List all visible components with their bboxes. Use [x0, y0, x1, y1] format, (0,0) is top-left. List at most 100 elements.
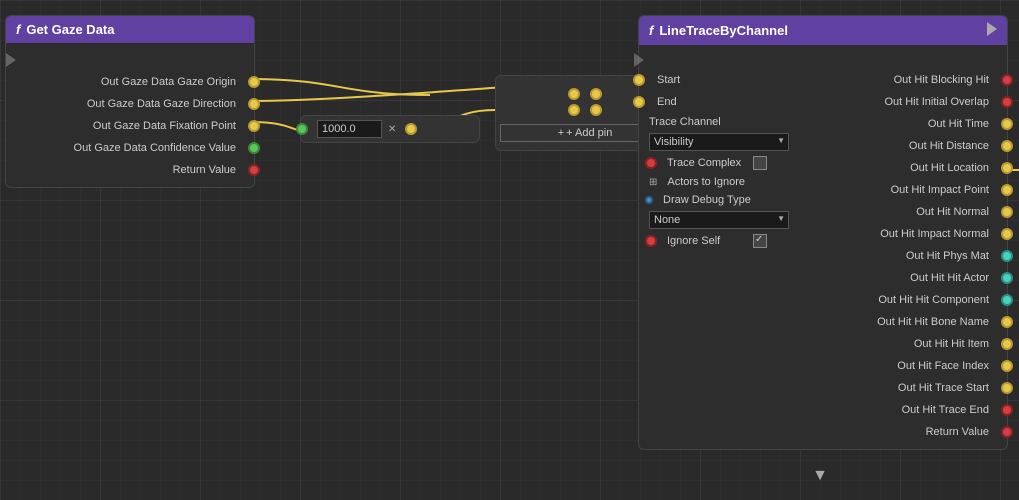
- draw-debug-select[interactable]: None ForOneFrame ForDuration: [649, 211, 789, 229]
- pin-bone-name[interactable]: Out Hit Hit Bone Name: [823, 311, 1007, 333]
- trace-end-dot[interactable]: [633, 96, 645, 108]
- dot-face-index[interactable]: [1001, 360, 1013, 372]
- actors-ignore-row: ⊞ Actors to Ignore: [639, 173, 823, 191]
- pin-face-index[interactable]: Out Hit Face Index: [823, 355, 1007, 377]
- gaze-data-node: f Get Gaze Data Out Gaze Data Gaze Origi…: [5, 15, 255, 188]
- pin-trace-end[interactable]: Out Hit Trace End: [823, 399, 1007, 421]
- pin-blocking-hit[interactable]: Out Hit Blocking Hit: [823, 69, 1007, 91]
- addpin-in1[interactable]: [568, 88, 580, 100]
- gaze-confidence-pin[interactable]: Out Gaze Data Confidence Value: [6, 137, 254, 159]
- gaze-return-label: Return Value: [173, 164, 236, 176]
- dot-impact-normal[interactable]: [1001, 228, 1013, 240]
- pin-hit-location[interactable]: Out Hit Location: [823, 157, 1007, 179]
- gaze-direction-label: Out Gaze Data Gaze Direction: [87, 98, 236, 110]
- dot-bone-name[interactable]: [1001, 316, 1013, 328]
- dot-blocking-hit[interactable]: [1001, 74, 1013, 86]
- trace-channel-dropdown-row: Visibility Camera WorldStatic: [639, 131, 823, 153]
- dot-initial-overlap[interactable]: [1001, 96, 1013, 108]
- pin-initial-overlap[interactable]: Out Hit Initial Overlap: [823, 91, 1007, 113]
- label-phys-mat: Out Hit Phys Mat: [906, 250, 989, 262]
- label-impact-normal: Out Hit Impact Normal: [880, 228, 989, 240]
- ignore-self-dot[interactable]: [645, 235, 657, 247]
- trace-channel-row: Trace Channel: [639, 113, 823, 131]
- gaze-return-pin[interactable]: Return Value: [6, 159, 254, 181]
- trace-title: LineTraceByChannel: [659, 23, 788, 38]
- gaze-data-body: Out Gaze Data Gaze Origin Out Gaze Data …: [6, 43, 254, 187]
- trace-complex-checkbox[interactable]: [753, 156, 767, 170]
- addpin-out1[interactable]: [590, 88, 602, 100]
- gaze-direction-pin[interactable]: Out Gaze Data Gaze Direction: [6, 93, 254, 115]
- dot-trace-end[interactable]: [1001, 404, 1013, 416]
- trace-start-pin[interactable]: Start: [639, 69, 823, 91]
- trace-header: f LineTraceByChannel: [639, 16, 1007, 45]
- gaze-return-dot[interactable]: [248, 164, 260, 176]
- trace-start-dot[interactable]: [633, 74, 645, 86]
- label-hit-component: Out Hit Hit Component: [878, 294, 989, 306]
- value-clear-btn[interactable]: ✕: [388, 124, 396, 135]
- dot-impact-point[interactable]: [1001, 184, 1013, 196]
- trace-start-label: Start: [657, 74, 680, 86]
- dot-hit-location[interactable]: [1001, 162, 1013, 174]
- draw-debug-dropdown-row: None ForOneFrame ForDuration: [639, 209, 823, 231]
- pin-hit-distance[interactable]: Out Hit Distance: [823, 135, 1007, 157]
- add-pin-plus: +: [558, 127, 564, 139]
- value-input-dot[interactable]: [296, 123, 308, 135]
- gaze-direction-dot[interactable]: [248, 98, 260, 110]
- value-input[interactable]: [317, 120, 382, 138]
- trace-channel-dropdown-wrapper: Visibility Camera WorldStatic: [649, 133, 789, 151]
- trace-body: Start End Trace Channel Visibility Camer…: [639, 45, 1007, 449]
- label-initial-overlap: Out Hit Initial Overlap: [884, 96, 989, 108]
- label-return-value: Return Value: [926, 426, 989, 438]
- pin-normal[interactable]: Out Hit Normal: [823, 201, 1007, 223]
- label-face-index: Out Hit Face Index: [897, 360, 989, 372]
- addpin-out2[interactable]: [590, 104, 602, 116]
- pin-trace-start[interactable]: Out Hit Trace Start: [823, 377, 1007, 399]
- trace-complex-dot[interactable]: [645, 157, 657, 169]
- pin-impact-normal[interactable]: Out Hit Impact Normal: [823, 223, 1007, 245]
- exec-pin-left[interactable]: [6, 49, 254, 71]
- trace-channel-select[interactable]: Visibility Camera WorldStatic: [649, 133, 789, 151]
- label-hit-distance: Out Hit Distance: [909, 140, 989, 152]
- pin-phys-mat[interactable]: Out Hit Phys Mat: [823, 245, 1007, 267]
- ignore-self-checkbox[interactable]: [753, 234, 767, 248]
- dot-hit-actor[interactable]: [1001, 272, 1013, 284]
- gaze-confidence-dot[interactable]: [248, 142, 260, 154]
- trace-end-pin[interactable]: End: [639, 91, 823, 113]
- dot-normal[interactable]: [1001, 206, 1013, 218]
- pin-impact-point[interactable]: Out Hit Impact Point: [823, 179, 1007, 201]
- actors-ignore-label: Actors to Ignore: [667, 176, 747, 188]
- trace-exec-right[interactable]: [987, 22, 997, 39]
- dot-hit-component[interactable]: [1001, 294, 1013, 306]
- dot-phys-mat[interactable]: [1001, 250, 1013, 262]
- dot-return-value[interactable]: [1001, 426, 1013, 438]
- dot-item[interactable]: [1001, 338, 1013, 350]
- add-pin-label: + Add pin: [566, 127, 612, 139]
- dot-hit-time[interactable]: [1001, 118, 1013, 130]
- trace-exec-left[interactable]: [634, 53, 644, 67]
- dot-trace-start[interactable]: [1001, 382, 1013, 394]
- gaze-fixation-dot[interactable]: [248, 120, 260, 132]
- gaze-origin-dot[interactable]: [248, 76, 260, 88]
- addpin-in2[interactable]: [568, 104, 580, 116]
- scroll-indicator[interactable]: ▼: [812, 467, 828, 485]
- draw-debug-dot[interactable]: [645, 196, 653, 204]
- pin-hit-component[interactable]: Out Hit Hit Component: [823, 289, 1007, 311]
- draw-debug-row: Draw Debug Type: [639, 191, 823, 209]
- pin-hit-time[interactable]: Out Hit Time: [823, 113, 1007, 135]
- pin-item[interactable]: Out Hit Hit Item: [823, 333, 1007, 355]
- pin-return-value[interactable]: Return Value: [823, 421, 1007, 443]
- label-blocking-hit: Out Hit Blocking Hit: [894, 74, 989, 86]
- gaze-origin-pin[interactable]: Out Gaze Data Gaze Origin: [6, 71, 254, 93]
- label-trace-end: Out Hit Trace End: [902, 404, 989, 416]
- value-output-dot[interactable]: [405, 123, 417, 135]
- pin-hit-actor[interactable]: Out Hit Hit Actor: [823, 267, 1007, 289]
- label-hit-time: Out Hit Time: [928, 118, 989, 130]
- label-item: Out Hit Hit Item: [914, 338, 989, 350]
- label-impact-point: Out Hit Impact Point: [891, 184, 989, 196]
- gaze-fixation-pin[interactable]: Out Gaze Data Fixation Point: [6, 115, 254, 137]
- ignore-self-label: Ignore Self: [667, 235, 747, 247]
- gaze-fixation-label: Out Gaze Data Fixation Point: [93, 120, 236, 132]
- dot-hit-distance[interactable]: [1001, 140, 1013, 152]
- gaze-confidence-label: Out Gaze Data Confidence Value: [74, 142, 236, 154]
- draw-debug-dropdown-wrapper: None ForOneFrame ForDuration: [649, 211, 789, 229]
